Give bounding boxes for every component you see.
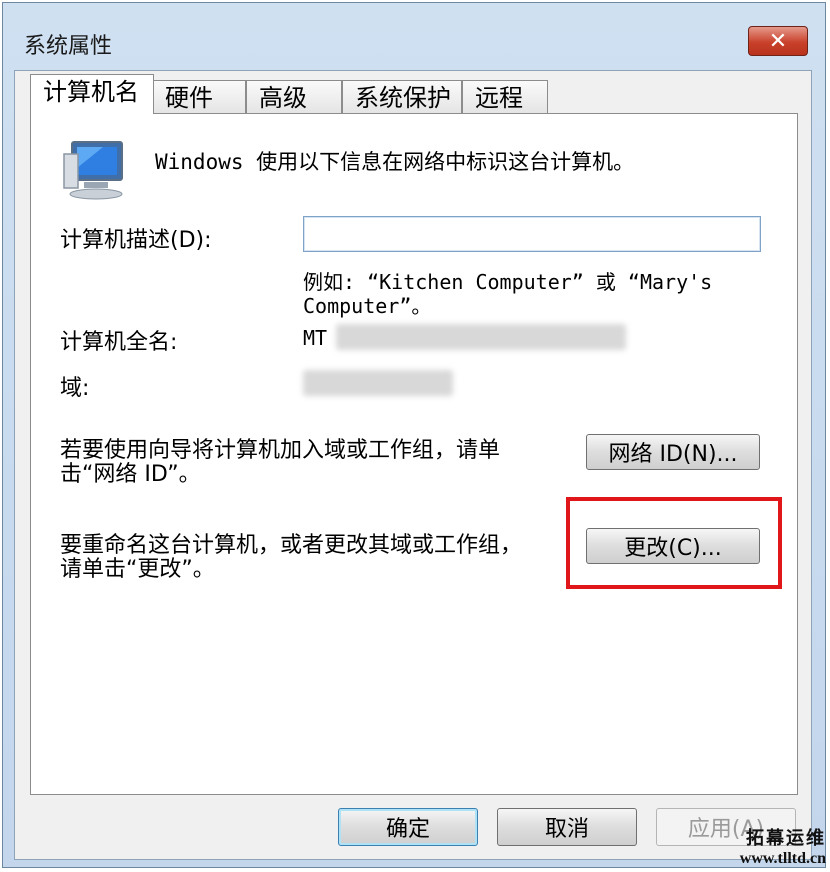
tab-hardware[interactable]: 硬件 (152, 80, 246, 114)
ok-button-label: 确定 (385, 817, 430, 842)
tab-label: 硬件 (165, 84, 213, 112)
redacted-full-name (336, 324, 626, 350)
redacted-domain (303, 370, 453, 396)
cancel-button-label: 取消 (544, 817, 589, 842)
description-label: 计算机描述(D): (60, 228, 212, 253)
domain-label: 域: (60, 376, 90, 401)
intro-text: Windows 使用以下信息在网络中标识这台计算机。 (155, 150, 635, 174)
example-text-line2: Computer”。 (303, 294, 432, 318)
tab-system-protection[interactable]: 系统保护 (342, 80, 462, 114)
tab-label: 系统保护 (355, 84, 451, 112)
close-icon: ✕ (768, 28, 788, 54)
network-id-button[interactable]: 网络 ID(N)... (586, 434, 760, 470)
highlight-box (566, 497, 782, 589)
network-id-text-line2: 击“网络 ID”。 (60, 462, 201, 487)
watermark-line1: 拓幕运维 (746, 827, 826, 849)
network-id-button-label: 网络 ID(N)... (608, 442, 738, 467)
tab-advanced[interactable]: 高级 (246, 80, 342, 114)
tab-remote[interactable]: 远程 (462, 80, 548, 114)
rename-text-line2: 请单击“更改”。 (60, 557, 215, 582)
cancel-button[interactable]: 取消 (497, 808, 637, 846)
close-button[interactable]: ✕ (748, 26, 808, 56)
tab-label: 远程 (475, 84, 523, 112)
computer-icon (63, 141, 123, 200)
tab-computer-name[interactable]: 计算机名 (30, 74, 154, 114)
full-name-value: MT (303, 326, 328, 350)
window-title: 系统属性 (24, 34, 113, 59)
tab-label: 高级 (259, 84, 307, 112)
watermark-line2: www.tlltd.cn (739, 849, 826, 867)
full-name-label: 计算机全名: (60, 330, 178, 355)
tab-label: 计算机名 (43, 78, 139, 106)
computer-description-input[interactable] (303, 216, 761, 252)
ok-button[interactable]: 确定 (338, 808, 478, 846)
watermark: 拓幕运维 www.tlltd.cn (739, 827, 826, 868)
